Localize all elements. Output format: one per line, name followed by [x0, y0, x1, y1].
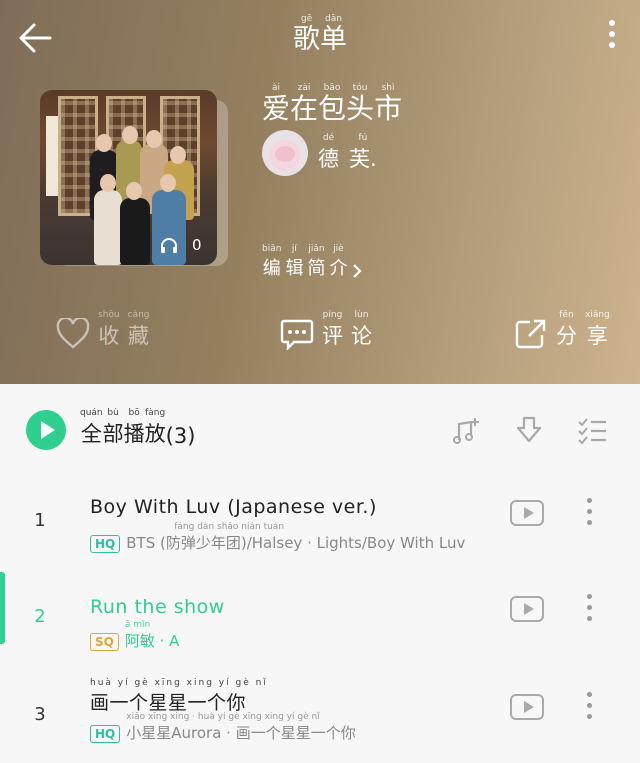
more-options-icon[interactable]	[606, 20, 618, 56]
playlist-name[interactable]: ài 爱 zài 在 bāo 包 tóu 头 shì 市	[262, 83, 402, 125]
song-more-icon[interactable]	[584, 594, 594, 627]
edit-intro-link[interactable]: biān 编 jí 辑 jiǎn 简 jiè 介	[262, 244, 363, 280]
song-artist: 小星星Aurora · 画一个星星一个你	[126, 724, 356, 742]
playlist-header: gē 歌 dān 单 0 ài 爱 zài 在 bāo 包 tóu 头 shì 市	[0, 0, 640, 384]
quality-badge: SQ	[90, 633, 119, 651]
chevron-right-icon	[353, 264, 362, 278]
quality-badge: HQ	[90, 725, 121, 743]
play-all-label[interactable]: quán 全 bù 部 bō 播 fàng 放 (3)	[80, 408, 195, 448]
song-meta: SQ ā mǐn 阿敏 · A	[90, 620, 179, 651]
heart-icon	[56, 318, 90, 349]
now-playing-indicator	[0, 572, 5, 644]
song-list: quán 全 bù 部 bō 播 fàng 放 (3) 1 Boy With Luv (Japa…	[0, 384, 640, 763]
video-button[interactable]	[510, 500, 544, 526]
song-row[interactable]: 2 Run the show SQ ā mǐn 阿敏 · A	[0, 572, 640, 672]
top-bar: gē 歌 dān 单	[0, 0, 640, 78]
song-meta: HQ xiǎo xīng xing · huà yí gè xīng xing …	[90, 712, 356, 743]
song-row[interactable]: 1 Boy With Luv (Japanese ver.) HQ fáng d…	[0, 480, 640, 576]
share-icon	[515, 319, 546, 349]
favorite-button[interactable]: shōu 收 cáng 藏	[56, 310, 150, 350]
song-title: Run the show	[90, 596, 225, 618]
playlist-cover[interactable]: 0	[40, 90, 217, 265]
song-more-icon[interactable]	[584, 692, 594, 725]
song-more-icon[interactable]	[584, 498, 594, 531]
page-title: gē 歌 dān 单	[293, 14, 347, 55]
song-count: (3)	[165, 424, 196, 448]
video-button[interactable]	[510, 694, 544, 720]
song-index: 2	[34, 606, 46, 627]
song-row[interactable]: 3 huà yí gè xīng xing yí gè nǐ 画一个星星一个你 …	[0, 672, 640, 763]
song-title: huà yí gè xīng xing yí gè nǐ 画一个星星一个你	[90, 678, 268, 714]
play-count-value: 0	[192, 236, 202, 254]
avatar[interactable]	[262, 130, 308, 176]
song-title: Boy With Luv (Japanese ver.)	[90, 496, 377, 518]
play-count: 0	[160, 236, 202, 254]
song-meta: HQ fáng dàn shǎo nián tuán BTS (防弹少年团)/Ha…	[90, 522, 465, 553]
song-index: 1	[34, 510, 46, 531]
video-button[interactable]	[510, 596, 544, 622]
comment-button[interactable]: píng 评 lùn 论	[280, 310, 372, 350]
multi-select-icon[interactable]	[576, 414, 608, 446]
play-all-row: quán 全 bù 部 bō 播 fàng 放 (3)	[0, 404, 640, 460]
creator[interactable]: dé 德 fú 芙.	[262, 130, 377, 176]
music-note-add-icon[interactable]	[451, 414, 483, 446]
action-bar: shōu 收 cáng 藏 píng 评 lùn 论 fēn 分 xiǎng 享	[0, 310, 640, 356]
song-artist: 阿敏 · A	[124, 632, 180, 650]
headphones-icon	[161, 238, 177, 253]
share-button[interactable]: fēn 分 xiǎng 享	[514, 310, 610, 350]
song-index: 3	[34, 704, 46, 725]
play-all-button[interactable]	[26, 410, 66, 450]
song-artist: BTS (防弹少年团)/Halsey · Lights/Boy With Luv	[126, 534, 466, 552]
quality-badge: HQ	[90, 535, 121, 553]
download-icon[interactable]	[513, 414, 545, 446]
comment-icon	[280, 319, 314, 350]
